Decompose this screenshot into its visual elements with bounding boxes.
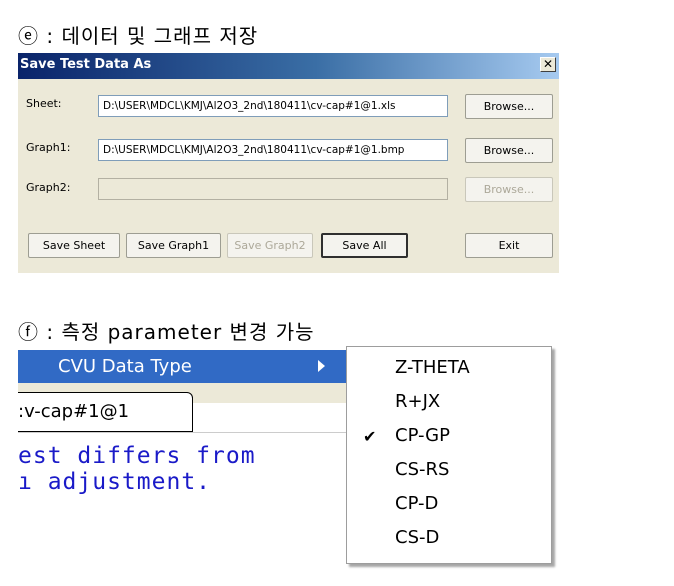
- graph1-path-field[interactable]: D:\USER\MDCL\KMJ\Al2O3_2nd\180411\cv-cap…: [98, 139, 448, 161]
- save-all-button[interactable]: Save All: [321, 233, 408, 258]
- exit-button[interactable]: Exit: [465, 233, 553, 258]
- submenu-item-cp-gp[interactable]: ✔ CP-GP: [347, 421, 551, 455]
- submenu-item-label: R+JX: [395, 391, 441, 412]
- sheet-path-field[interactable]: D:\USER\MDCL\KMJ\Al2O3_2nd\180411\cv-cap…: [98, 95, 448, 117]
- tab-label: :v-cap#1@1: [18, 401, 130, 422]
- cvu-panel: CVU Data Type :v-cap#1@1 est differs fro…: [18, 346, 348, 576]
- sheet-label: Sheet:: [26, 97, 62, 110]
- submenu-item-z-theta[interactable]: Z-THETA: [347, 353, 551, 387]
- log-line: est differs from: [18, 443, 256, 469]
- submenu-item-label: CS-RS: [395, 459, 450, 480]
- submenu-item-cs-rs[interactable]: CS-RS: [347, 455, 551, 489]
- save-graph1-button[interactable]: Save Graph1: [126, 233, 221, 258]
- save-sheet-button[interactable]: Save Sheet: [28, 233, 120, 258]
- graph2-browse-button[interactable]: Browse...: [465, 177, 553, 202]
- menu-item-cvu-data-type[interactable]: CVU Data Type: [18, 350, 348, 383]
- log-text-area: est differs from ı adjustment.: [18, 432, 348, 576]
- dialog-title: Save Test Data As: [20, 57, 152, 72]
- cvu-data-type-submenu: Z-THETA R+JX ✔ CP-GP CS-RS CP-D CS-D: [346, 346, 552, 564]
- graph1-label: Graph1:: [26, 141, 71, 154]
- submenu-item-label: CP-GP: [395, 425, 450, 446]
- dialog-title-bar[interactable]: Save Test Data As ✕: [18, 53, 559, 79]
- sheet-browse-button[interactable]: Browse...: [465, 94, 553, 119]
- submenu-arrow-icon: [318, 360, 325, 372]
- submenu-item-label: CS-D: [395, 527, 440, 548]
- checkmark-icon: ✔: [363, 427, 377, 446]
- submenu-item-cp-d[interactable]: CP-D: [347, 489, 551, 523]
- submenu-item-label: CP-D: [395, 493, 439, 514]
- graph2-path-field[interactable]: [98, 178, 448, 200]
- submenu-item-label: Z-THETA: [395, 357, 470, 378]
- graph1-browse-button[interactable]: Browse...: [465, 138, 553, 163]
- log-line: ı adjustment.: [18, 469, 212, 495]
- submenu-item-cs-d[interactable]: CS-D: [347, 523, 551, 557]
- graph2-label: Graph2:: [26, 181, 71, 194]
- tab-cv-cap[interactable]: :v-cap#1@1: [18, 392, 193, 432]
- caption-save-data: ⓔ : 데이터 및 그래프 저장: [18, 24, 259, 48]
- submenu-item-r-jx[interactable]: R+JX: [347, 387, 551, 421]
- caption-change-parameter: ⓕ : 측정 parameter 변경 가능: [18, 320, 315, 344]
- close-icon[interactable]: ✕: [540, 57, 556, 72]
- save-graph2-button[interactable]: Save Graph2: [227, 233, 313, 258]
- save-test-data-dialog: Save Test Data As ✕ Sheet: D:\USER\MDCL\…: [18, 53, 559, 273]
- menu-item-label: CVU Data Type: [58, 356, 192, 377]
